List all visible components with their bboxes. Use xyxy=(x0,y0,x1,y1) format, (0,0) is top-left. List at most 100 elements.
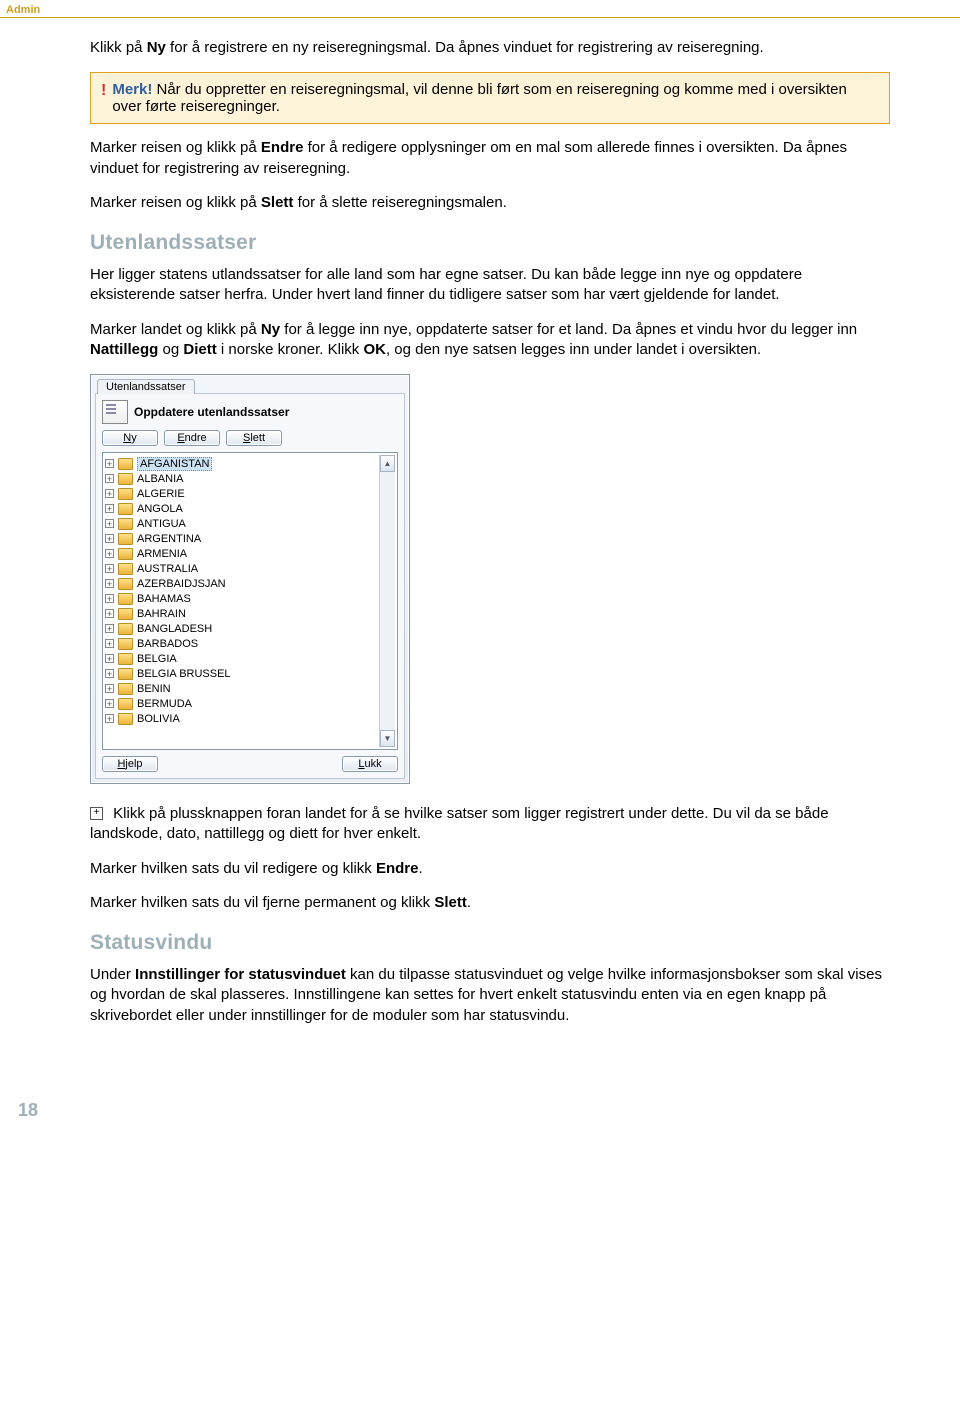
text: Marker hvilken sats du vil fjerne perman… xyxy=(90,894,434,911)
text: Klikk på plussknappen foran landet for å… xyxy=(90,805,829,842)
expand-icon[interactable]: + xyxy=(105,609,114,618)
scrollbar[interactable]: ▲ ▼ xyxy=(379,455,395,747)
paragraph: Marker hvilken sats du vil fjerne perman… xyxy=(90,893,890,913)
expand-icon[interactable]: + xyxy=(105,459,114,468)
tree-item-label: BERMUDA xyxy=(137,698,192,710)
expand-icon[interactable]: + xyxy=(105,564,114,573)
folder-icon xyxy=(118,563,133,575)
tree-item[interactable]: + AZERBAIDJSJAN xyxy=(105,576,395,591)
expand-icon[interactable]: + xyxy=(105,699,114,708)
tree-item[interactable]: + BARBADOS xyxy=(105,636,395,651)
tree-item[interactable]: + BELGIA xyxy=(105,651,395,666)
paragraph: Marker reisen og klikk på Endre for å re… xyxy=(90,138,890,179)
text: i norske kroner. Klikk xyxy=(217,341,364,358)
folder-icon xyxy=(118,488,133,500)
tree-item[interactable]: +BAHRAIN xyxy=(105,606,395,621)
scroll-up-icon[interactable]: ▲ xyxy=(380,455,395,472)
endre-button[interactable]: Endre xyxy=(164,430,220,446)
tree-item-label: AZERBAIDJSJAN xyxy=(137,578,226,590)
bold-text: Endre xyxy=(376,860,419,877)
dialog-footer: Hjelp Lukk xyxy=(102,750,398,772)
folder-icon xyxy=(118,638,133,650)
expand-icon[interactable]: + xyxy=(105,519,114,528)
dialog-utenlandssatser: Utenlandssatser Oppdatere utenlandssatse… xyxy=(90,374,410,784)
expand-icon[interactable]: + xyxy=(105,714,114,723)
tree-item-label: BELGIA xyxy=(137,653,177,665)
tree-item[interactable]: + ALBANIA xyxy=(105,471,395,486)
tree-item-label: BAHAMAS xyxy=(137,593,191,605)
warning-callout: ! Merk! Når du oppretter en reiseregning… xyxy=(90,72,890,124)
plus-expand-icon: + xyxy=(90,807,103,820)
tree-item[interactable]: +ARMENIA xyxy=(105,546,395,561)
expand-icon[interactable]: + xyxy=(105,549,114,558)
expand-icon[interactable]: + xyxy=(105,669,114,678)
text: . xyxy=(418,860,422,877)
tree-item[interactable]: + AUSTRALIA xyxy=(105,561,395,576)
tree-item-label: ALBANIA xyxy=(137,473,183,485)
expand-icon[interactable]: + xyxy=(105,579,114,588)
tree-item[interactable]: +ALGERIE xyxy=(105,486,395,501)
tree-item-label: BANGLADESH xyxy=(137,623,212,635)
folder-icon xyxy=(118,668,133,680)
callout-title: Merk! xyxy=(112,81,152,98)
expand-icon[interactable]: + xyxy=(105,639,114,648)
tree-item-label: AUSTRALIA xyxy=(137,563,198,575)
folder-icon xyxy=(118,683,133,695)
tree-item[interactable]: + BERMUDA xyxy=(105,696,395,711)
expand-icon[interactable]: + xyxy=(105,684,114,693)
text: Klikk på xyxy=(90,39,147,56)
text: Marker reisen og klikk på xyxy=(90,139,261,156)
hjelp-button[interactable]: Hjelp xyxy=(102,756,158,772)
text: Under xyxy=(90,966,135,983)
text: og xyxy=(158,341,183,358)
country-tree[interactable]: ▲ ▼ +AFGANISTAN+ALBANIA+ALGERIE+ANGOLA+A… xyxy=(102,452,398,750)
ny-button[interactable]: Ny xyxy=(102,430,158,446)
expand-icon[interactable]: + xyxy=(105,504,114,513)
document-body: Klikk på Ny for å registrere en ny reise… xyxy=(0,18,960,1060)
dialog-panel: Oppdatere utenlandssatser Ny Endre Slett… xyxy=(95,393,405,779)
tree-item-label: AFGANISTAN xyxy=(137,457,212,471)
bold-text: Slett xyxy=(261,194,294,211)
bold-text: Slett xyxy=(434,894,467,911)
lukk-button[interactable]: Lukk xyxy=(342,756,398,772)
tree-item-label: ANTIGUA xyxy=(137,518,186,530)
tree-item-label: BARBADOS xyxy=(137,638,198,650)
tree-item[interactable]: + ARGENTINA xyxy=(105,531,395,546)
tree-item[interactable]: + ANTIGUA xyxy=(105,516,395,531)
tree-item[interactable]: + ANGOLA xyxy=(105,501,395,516)
text: for å legge inn nye, oppdaterte satser f… xyxy=(280,321,857,338)
bold-text: Endre xyxy=(261,139,304,156)
expand-icon[interactable]: + xyxy=(105,534,114,543)
bold-text: Ny xyxy=(147,39,166,56)
tree-item-label: BELGIA BRUSSEL xyxy=(137,668,231,680)
text: for å registrere en ny reiseregningsmal.… xyxy=(166,39,764,56)
scroll-down-icon[interactable]: ▼ xyxy=(380,730,395,747)
folder-icon xyxy=(118,578,133,590)
dialog-tab[interactable]: Utenlandssatser xyxy=(97,379,195,394)
text: Marker landet og klikk på xyxy=(90,321,261,338)
expand-icon[interactable]: + xyxy=(105,654,114,663)
paragraph: Marker reisen og klikk på Slett for å sl… xyxy=(90,193,890,213)
tree-item[interactable]: + BAHAMAS xyxy=(105,591,395,606)
folder-icon xyxy=(118,458,133,470)
expand-icon[interactable]: + xyxy=(105,624,114,633)
dialog-header: Oppdatere utenlandssatser xyxy=(102,400,398,424)
expand-icon[interactable]: + xyxy=(105,474,114,483)
dialog-title: Oppdatere utenlandssatser xyxy=(134,405,289,419)
folder-icon xyxy=(118,698,133,710)
folder-icon xyxy=(118,623,133,635)
tree-item[interactable]: + AFGANISTAN xyxy=(105,456,395,471)
paragraph: Marker hvilken sats du vil redigere og k… xyxy=(90,859,890,879)
tree-item[interactable]: + BANGLADESH xyxy=(105,621,395,636)
tree-item-label: ARGENTINA xyxy=(137,533,201,545)
slett-button[interactable]: Slett xyxy=(226,430,282,446)
tree-item[interactable]: + BELGIA BRUSSEL xyxy=(105,666,395,681)
expand-icon[interactable]: + xyxy=(105,489,114,498)
tree-item[interactable]: +BENIN xyxy=(105,681,395,696)
tree-item[interactable]: +BOLIVIA xyxy=(105,711,395,726)
callout-body: Merk! Når du oppretter en reiseregningsm… xyxy=(112,81,879,115)
tree-item-label: ANGOLA xyxy=(137,503,183,515)
folder-icon xyxy=(118,608,133,620)
bold-text: OK xyxy=(363,341,386,358)
expand-icon[interactable]: + xyxy=(105,594,114,603)
